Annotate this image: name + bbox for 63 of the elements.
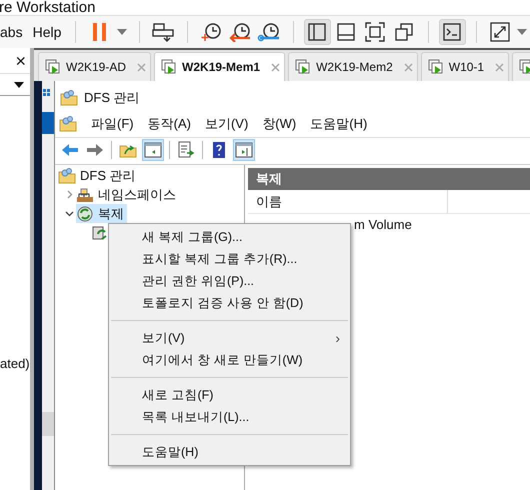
namespace-icon: [76, 186, 94, 204]
menu-item[interactable]: 새 복제 그룹(G)...: [109, 226, 350, 248]
menu-item[interactable]: 보기(V) ›: [109, 327, 350, 349]
menu-item[interactable]: 여기에서 창 새로 만들기(W): [109, 349, 350, 371]
menu-item[interactable]: Help: [28, 22, 66, 42]
vm-tab[interactable]: W2K19-Mem2: [288, 52, 418, 81]
sidebar-button[interactable]: [304, 19, 331, 45]
submenu-arrow-icon: ›: [335, 328, 340, 348]
windows-icon[interactable]: [395, 23, 414, 41]
menu-item[interactable]: 창(W): [262, 114, 296, 134]
taskbar-highlight: [42, 112, 54, 134]
stretch-icon[interactable]: [490, 22, 510, 42]
vm-icon: [428, 59, 444, 75]
caret-icon[interactable]: [517, 29, 528, 35]
menu-item[interactable]: 목록 내보내기(L)...: [109, 406, 350, 428]
panel-icon[interactable]: [337, 23, 356, 41]
menu-item[interactable]: 도움말(H): [109, 441, 350, 463]
sidebar-icon[interactable]: [308, 23, 326, 41]
folder-icon: [59, 116, 77, 132]
window-title: DFS 관리: [84, 89, 140, 108]
window-title: re Workstation: [0, 0, 96, 15]
vm-icon: [161, 59, 178, 75]
console-button[interactable]: [438, 19, 466, 45]
vm-tab[interactable]: W2K19-AD: [38, 52, 152, 81]
pause-icon[interactable]: [90, 21, 109, 43]
keyboard-icon[interactable]: [152, 22, 174, 42]
help-icon[interactable]: [210, 140, 228, 158]
menu-item[interactable]: 토폴로지 검증 사용 안 함(D): [109, 292, 350, 314]
tree-item[interactable]: DFS 관리: [58, 166, 139, 186]
menu-item[interactable]: 보기(V): [204, 114, 248, 134]
folder-icon: [60, 90, 78, 106]
windows-logo-icon[interactable]: [43, 89, 51, 97]
tree-item[interactable]: 네임스페이스: [76, 184, 179, 204]
close-button[interactable]: ×: [15, 52, 26, 70]
replication-group-icon: [92, 224, 108, 240]
vm-icon: [45, 59, 61, 75]
menu-item[interactable]: 관리 권한 위임(P)...: [109, 270, 350, 292]
column-header[interactable]: 이름: [248, 190, 448, 213]
library-item[interactable]: ated): [0, 354, 30, 374]
dropdown-arrow-icon[interactable]: [14, 82, 24, 88]
clock-arrow-icon[interactable]: [228, 22, 252, 42]
menu-item[interactable]: 새로 고침(F): [109, 384, 350, 406]
replication-icon: [76, 204, 94, 222]
collapse-chevron-icon[interactable]: [64, 209, 74, 218]
vm-icon: [295, 59, 312, 75]
expand-chevron-icon[interactable]: [64, 190, 74, 199]
menu-item[interactable]: 파일(F): [91, 114, 134, 134]
table-cell-text: m Volume: [354, 216, 412, 234]
clock-plus-icon[interactable]: [200, 22, 222, 42]
menu-item[interactable]: 표시할 복제 그룹 추가(R)...: [109, 248, 350, 270]
console-icon[interactable]: [443, 23, 462, 41]
menu-item[interactable]: 도움말(H): [310, 114, 368, 134]
pane-header: 복제: [248, 168, 530, 190]
menu-item[interactable]: abs: [0, 22, 28, 42]
fullscreen-icon[interactable]: [365, 22, 386, 42]
export-list-icon[interactable]: [177, 140, 195, 158]
folder-icon: [58, 168, 76, 184]
caret-icon[interactable]: [117, 29, 128, 35]
vm-tab[interactable]: W10-1: [420, 52, 510, 81]
menu-item[interactable]: 동작(A): [148, 114, 191, 134]
vm-tab[interactable]: W2K19-Mem1: [154, 52, 286, 81]
tree-item[interactable]: 복제: [76, 204, 127, 224]
clock-wrench-icon[interactable]: [257, 22, 282, 42]
